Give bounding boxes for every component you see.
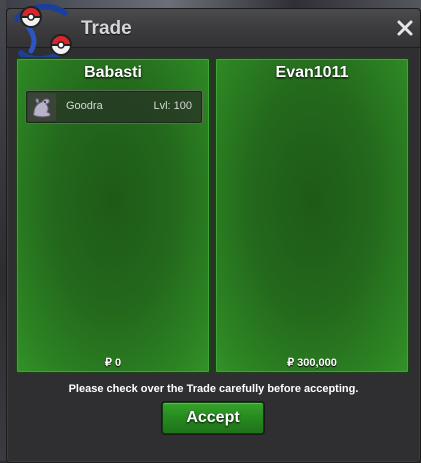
window-title: Trade [81, 18, 132, 39]
trade-item-row[interactable]: Goodra Lvl: 100 [25, 90, 203, 124]
close-icon[interactable] [396, 19, 414, 37]
left-money-offer: ₽ 0 [104, 357, 122, 369]
pokeball-logo-icon [14, 3, 73, 63]
trade-notice: Please check over the Trade carefully be… [68, 383, 359, 395]
item-level: Lvl: 100 [153, 100, 192, 112]
item-name: Goodra [66, 100, 103, 112]
trade-window: Trade Babasti Goodra Lvl: 100 ₽ 0 Evan10… [6, 3, 421, 463]
right-money-offer: ₽ 300,000 [287, 357, 337, 369]
right-trade-panel: Evan1011 ₽ 300,000 [214, 57, 410, 374]
accept-button[interactable]: Accept [162, 402, 264, 434]
left-trade-panel: Babasti Goodra Lvl: 100 ₽ 0 [15, 57, 211, 374]
goodra-sprite-icon [28, 93, 56, 121]
left-player-name: Babasti [84, 64, 142, 81]
right-player-name: Evan1011 [275, 64, 349, 81]
